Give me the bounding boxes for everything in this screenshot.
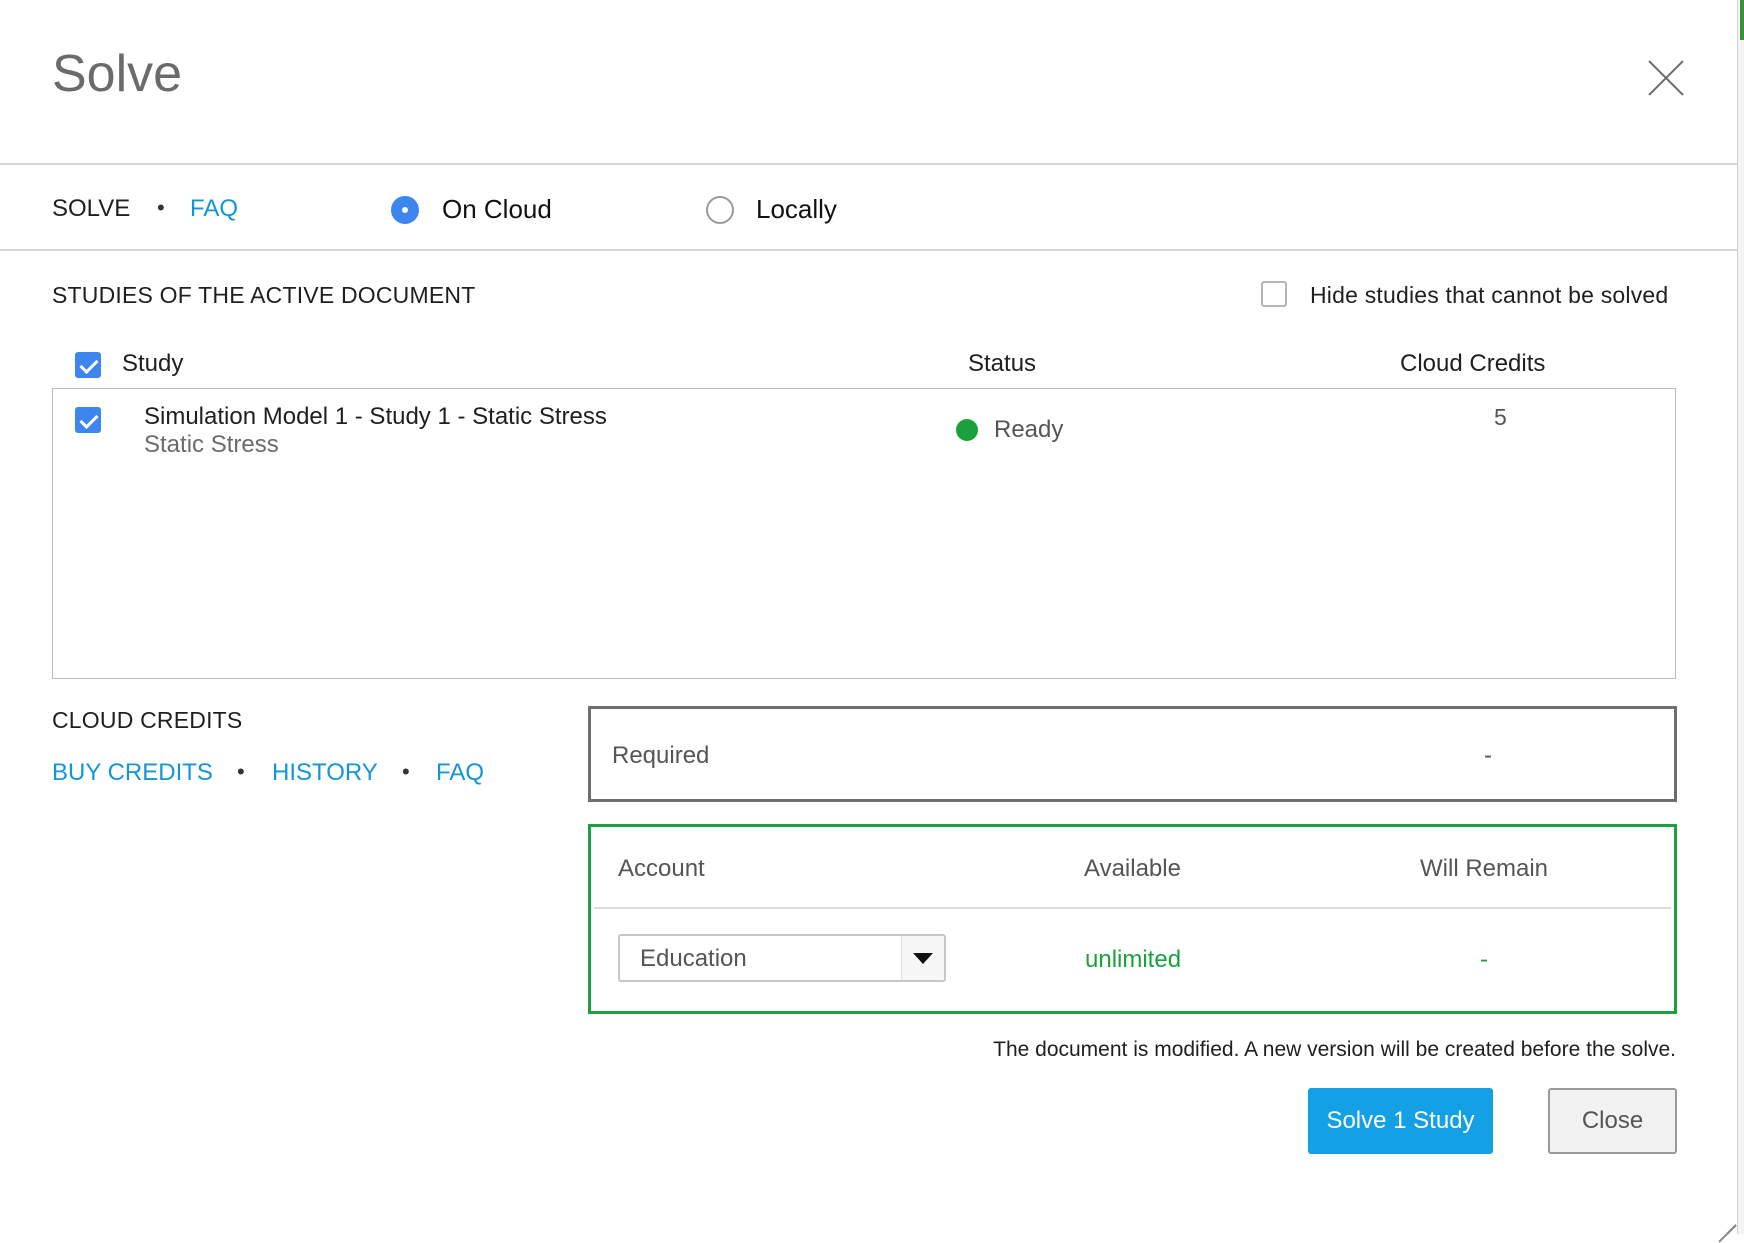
solve-label: SOLVE	[52, 195, 131, 222]
hide-unsolvable-label[interactable]: Hide studies that cannot be solved	[1310, 282, 1668, 309]
radio-locally[interactable]	[706, 196, 734, 224]
study-row-checkbox[interactable]	[75, 407, 101, 433]
chevron-down-icon	[913, 953, 933, 964]
history-link[interactable]: HISTORY	[272, 759, 378, 787]
account-select-value: Education	[640, 945, 747, 972]
column-header-status[interactable]: Status	[968, 350, 1036, 378]
window-edge	[1737, 0, 1744, 1234]
study-row-status: Ready	[994, 416, 1064, 443]
column-header-study[interactable]: Study	[122, 350, 183, 378]
will-remain-value: -	[1480, 946, 1488, 973]
available-value: unlimited	[1085, 946, 1182, 973]
study-row-credits: 5	[1494, 404, 1507, 430]
resize-grip-icon[interactable]	[1716, 1208, 1736, 1228]
radio-locally-label[interactable]: Locally	[756, 194, 837, 225]
account-credits-box	[588, 824, 1677, 1014]
account-column-header: Account	[618, 855, 705, 882]
window-edge-marker	[1740, 0, 1744, 40]
account-select[interactable]: Education	[618, 934, 946, 982]
modified-notice: The document is modified. A new version …	[993, 1038, 1676, 1061]
buy-credits-link[interactable]: BUY CREDITS	[52, 759, 213, 787]
solve-bar-divider	[0, 249, 1737, 251]
separator-dot: •	[402, 759, 410, 784]
required-value: -	[1484, 742, 1492, 769]
solve-button[interactable]: Solve 1 Study	[1308, 1088, 1493, 1154]
close-icon[interactable]	[1648, 60, 1684, 96]
hide-unsolvable-checkbox[interactable]	[1261, 281, 1287, 307]
credits-faq-link[interactable]: FAQ	[436, 759, 484, 787]
will-remain-column-header: Will Remain	[1420, 855, 1549, 882]
studies-table	[52, 388, 1676, 679]
cloud-credits-title: CLOUD CREDITS	[52, 707, 243, 733]
dialog-title: Solve	[52, 45, 183, 103]
separator-dot: •	[237, 759, 245, 784]
account-select-toggle[interactable]	[901, 936, 944, 980]
column-header-cloud-credits[interactable]: Cloud Credits	[1400, 350, 1545, 378]
close-button[interactable]: Close	[1548, 1088, 1677, 1154]
studies-section-title: STUDIES OF THE ACTIVE DOCUMENT	[52, 282, 476, 308]
header-divider	[0, 163, 1737, 165]
select-all-checkbox[interactable]	[75, 352, 101, 378]
solve-faq-link[interactable]: FAQ	[190, 195, 238, 223]
status-ready-icon	[956, 419, 978, 441]
radio-on-cloud[interactable]	[391, 196, 419, 224]
available-column-header: Available	[1084, 855, 1181, 882]
required-credits-box	[588, 706, 1677, 802]
study-row-title: Simulation Model 1 - Study 1 - Static St…	[144, 403, 607, 430]
radio-on-cloud-label[interactable]: On Cloud	[442, 194, 552, 225]
separator-dot: •	[157, 195, 165, 220]
account-table-divider	[594, 907, 1671, 909]
required-label: Required	[612, 742, 710, 769]
study-row-subtitle: Static Stress	[144, 431, 279, 458]
